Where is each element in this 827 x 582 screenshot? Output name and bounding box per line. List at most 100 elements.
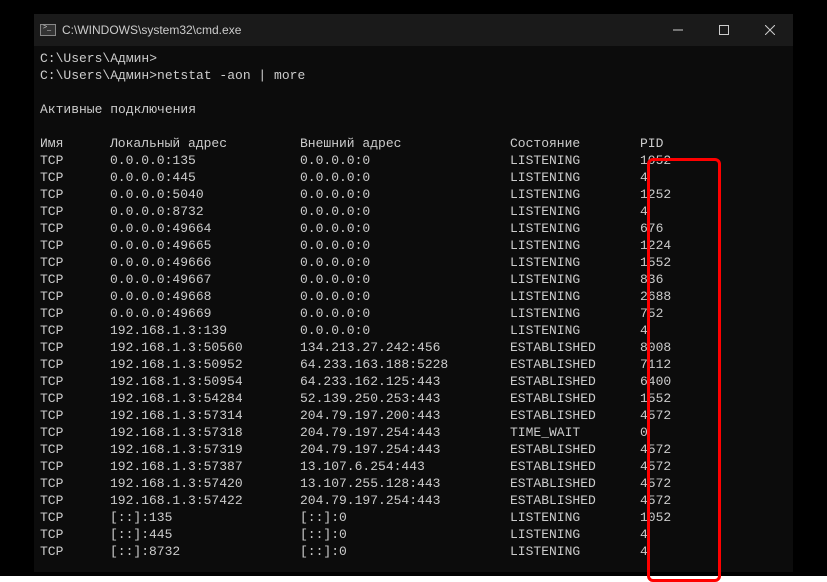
col-pid: PID bbox=[640, 135, 700, 152]
cell-foreign: 64.233.163.188:5228 bbox=[300, 356, 510, 373]
screenshot-frame: C:\WINDOWS\system32\cmd.exe C:\Users\Адм… bbox=[0, 0, 827, 576]
window-title: C:\WINDOWS\system32\cmd.exe bbox=[62, 23, 655, 37]
blank-line bbox=[40, 118, 787, 135]
cell-state: LISTENING bbox=[510, 169, 640, 186]
cell-state: ESTABLISHED bbox=[510, 339, 640, 356]
cell-local: 192.168.1.3:50954 bbox=[110, 373, 300, 390]
cell-pid: 1052 bbox=[640, 152, 700, 169]
table-row: TCP192.168.1.3:57314204.79.197.200:443ES… bbox=[40, 407, 787, 424]
col-state: Состояние bbox=[510, 135, 640, 152]
table-row: TCP0.0.0.0:496660.0.0.0:0LISTENING1552 bbox=[40, 254, 787, 271]
cell-local: 0.0.0.0:135 bbox=[110, 152, 300, 169]
cell-state: LISTENING bbox=[510, 543, 640, 560]
cell-proto: TCP bbox=[40, 254, 110, 271]
cell-state: TIME_WAIT bbox=[510, 424, 640, 441]
cell-foreign: 64.233.162.125:443 bbox=[300, 373, 510, 390]
cell-pid: 1052 bbox=[640, 509, 700, 526]
cell-pid: 752 bbox=[640, 305, 700, 322]
cell-proto: TCP bbox=[40, 373, 110, 390]
cell-foreign: 134.213.27.242:456 bbox=[300, 339, 510, 356]
cell-pid: 1252 bbox=[640, 186, 700, 203]
table-row: TCP192.168.1.3:5738713.107.6.254:443ESTA… bbox=[40, 458, 787, 475]
cell-state: LISTENING bbox=[510, 186, 640, 203]
cell-local: 192.168.1.3:57319 bbox=[110, 441, 300, 458]
title-bar[interactable]: C:\WINDOWS\system32\cmd.exe bbox=[34, 14, 793, 46]
command-line: C:\Users\Админ>netstat -aon | more bbox=[40, 67, 787, 84]
minimize-button[interactable] bbox=[655, 14, 701, 46]
cell-local: 192.168.1.3:57314 bbox=[110, 407, 300, 424]
cell-foreign: 0.0.0.0:0 bbox=[300, 288, 510, 305]
terminal-output[interactable]: C:\Users\Админ> C:\Users\Админ>netstat -… bbox=[34, 46, 793, 572]
cell-foreign: 0.0.0.0:0 bbox=[300, 186, 510, 203]
cell-local: 0.0.0.0:49665 bbox=[110, 237, 300, 254]
cell-proto: TCP bbox=[40, 237, 110, 254]
cell-foreign: 13.107.255.128:443 bbox=[300, 475, 510, 492]
cell-foreign: 204.79.197.254:443 bbox=[300, 492, 510, 509]
cell-proto: TCP bbox=[40, 475, 110, 492]
cell-pid: 8008 bbox=[640, 339, 700, 356]
cell-pid: 4 bbox=[640, 543, 700, 560]
column-headers: ИмяЛокальный адресВнешний адресСостояние… bbox=[40, 135, 787, 152]
cell-state: LISTENING bbox=[510, 288, 640, 305]
section-heading: Активные подключения bbox=[40, 101, 787, 118]
cell-proto: TCP bbox=[40, 458, 110, 475]
cell-foreign: 204.79.197.254:443 bbox=[300, 441, 510, 458]
table-row: TCP192.168.1.3:1390.0.0.0:0LISTENING4 bbox=[40, 322, 787, 339]
cell-pid: 7112 bbox=[640, 356, 700, 373]
cell-pid: 0 bbox=[640, 424, 700, 441]
cell-foreign: 204.79.197.200:443 bbox=[300, 407, 510, 424]
cell-state: LISTENING bbox=[510, 152, 640, 169]
table-row: TCP0.0.0.0:496670.0.0.0:0LISTENING836 bbox=[40, 271, 787, 288]
cell-local: 0.0.0.0:445 bbox=[110, 169, 300, 186]
cell-state: LISTENING bbox=[510, 305, 640, 322]
cell-local: 0.0.0.0:49668 bbox=[110, 288, 300, 305]
table-row: TCP192.168.1.3:50560134.213.27.242:456ES… bbox=[40, 339, 787, 356]
cell-local: [::]:445 bbox=[110, 526, 300, 543]
cell-foreign: [::]:0 bbox=[300, 509, 510, 526]
cell-pid: 4572 bbox=[640, 492, 700, 509]
cell-state: LISTENING bbox=[510, 322, 640, 339]
cell-local: 0.0.0.0:5040 bbox=[110, 186, 300, 203]
cell-foreign: 13.107.6.254:443 bbox=[300, 458, 510, 475]
table-row: TCP0.0.0.0:87320.0.0.0:0LISTENING4 bbox=[40, 203, 787, 220]
cell-local: 192.168.1.3:139 bbox=[110, 322, 300, 339]
cell-local: 192.168.1.3:57422 bbox=[110, 492, 300, 509]
cell-foreign: 0.0.0.0:0 bbox=[300, 203, 510, 220]
table-row: TCP0.0.0.0:50400.0.0.0:0LISTENING1252 bbox=[40, 186, 787, 203]
close-button[interactable] bbox=[747, 14, 793, 46]
cell-local: 0.0.0.0:49667 bbox=[110, 271, 300, 288]
cell-foreign: 0.0.0.0:0 bbox=[300, 271, 510, 288]
table-row: TCP192.168.1.3:5428452.139.250.253:443ES… bbox=[40, 390, 787, 407]
cell-pid: 1552 bbox=[640, 254, 700, 271]
col-foreign: Внешний адрес bbox=[300, 135, 510, 152]
cell-state: ESTABLISHED bbox=[510, 458, 640, 475]
cmd-window: C:\WINDOWS\system32\cmd.exe C:\Users\Адм… bbox=[34, 14, 793, 572]
cell-proto: TCP bbox=[40, 424, 110, 441]
cell-pid: 4572 bbox=[640, 475, 700, 492]
cell-proto: TCP bbox=[40, 288, 110, 305]
cell-pid: 4 bbox=[640, 203, 700, 220]
cell-foreign: 204.79.197.254:443 bbox=[300, 424, 510, 441]
col-proto: Имя bbox=[40, 135, 110, 152]
cell-proto: TCP bbox=[40, 492, 110, 509]
cell-proto: TCP bbox=[40, 305, 110, 322]
cell-local: 192.168.1.3:50560 bbox=[110, 339, 300, 356]
cell-proto: TCP bbox=[40, 390, 110, 407]
cell-proto: TCP bbox=[40, 356, 110, 373]
cell-pid: 4572 bbox=[640, 458, 700, 475]
cell-pid: 1552 bbox=[640, 390, 700, 407]
cell-state: LISTENING bbox=[510, 254, 640, 271]
cell-pid: 4 bbox=[640, 169, 700, 186]
cell-foreign: [::]:0 bbox=[300, 543, 510, 560]
table-row: TCP0.0.0.0:496640.0.0.0:0LISTENING676 bbox=[40, 220, 787, 237]
cell-proto: TCP bbox=[40, 169, 110, 186]
cell-state: LISTENING bbox=[510, 220, 640, 237]
maximize-button[interactable] bbox=[701, 14, 747, 46]
cell-foreign: [::]:0 bbox=[300, 526, 510, 543]
cmd-icon bbox=[40, 24, 56, 36]
cell-local: 192.168.1.3:54284 bbox=[110, 390, 300, 407]
table-row: TCP[::]:135[::]:0LISTENING1052 bbox=[40, 509, 787, 526]
cell-foreign: 0.0.0.0:0 bbox=[300, 220, 510, 237]
cell-pid: 4572 bbox=[640, 441, 700, 458]
cell-proto: TCP bbox=[40, 322, 110, 339]
